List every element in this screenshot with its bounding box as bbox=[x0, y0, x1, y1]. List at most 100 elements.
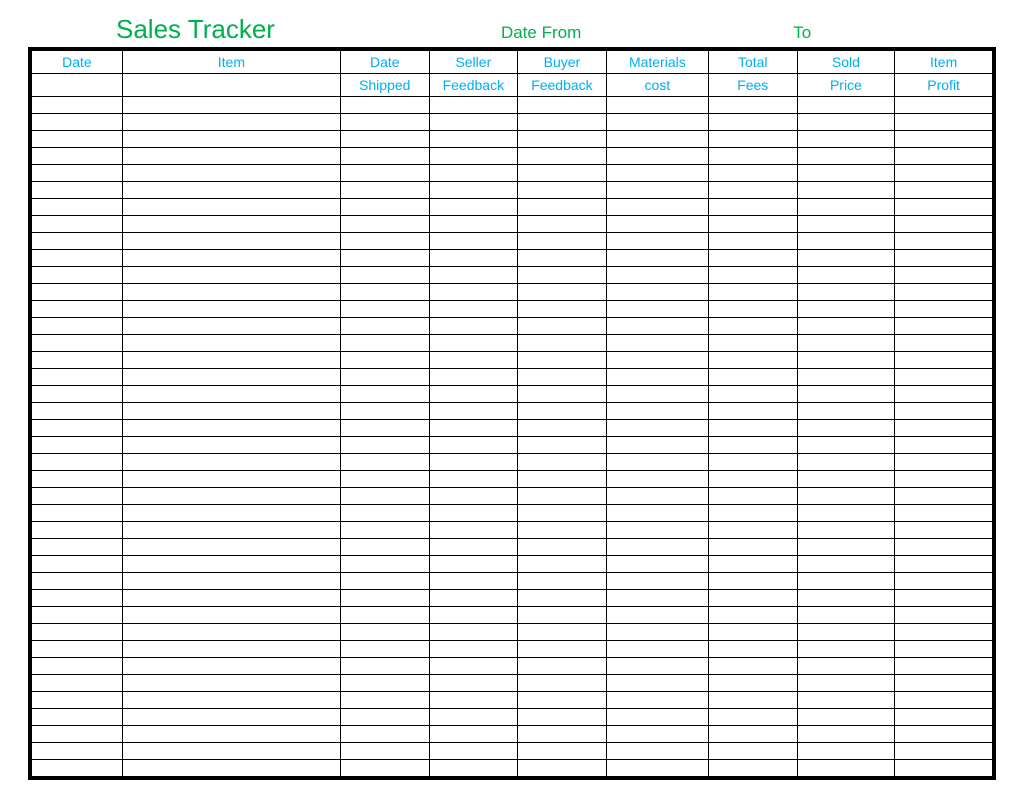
table-cell[interactable] bbox=[895, 386, 993, 403]
table-cell[interactable] bbox=[797, 182, 895, 199]
table-cell[interactable] bbox=[32, 148, 123, 165]
table-cell[interactable] bbox=[122, 590, 340, 607]
table-cell[interactable] bbox=[797, 556, 895, 573]
table-cell[interactable] bbox=[340, 522, 429, 539]
table-cell[interactable] bbox=[797, 607, 895, 624]
table-cell[interactable] bbox=[429, 318, 518, 335]
table-cell[interactable] bbox=[606, 131, 708, 148]
table-cell[interactable] bbox=[32, 216, 123, 233]
table-cell[interactable] bbox=[708, 692, 797, 709]
table-cell[interactable] bbox=[797, 131, 895, 148]
table-cell[interactable] bbox=[895, 131, 993, 148]
table-cell[interactable] bbox=[122, 114, 340, 131]
table-cell[interactable] bbox=[708, 624, 797, 641]
table-cell[interactable] bbox=[797, 471, 895, 488]
table-cell[interactable] bbox=[32, 556, 123, 573]
table-cell[interactable] bbox=[708, 233, 797, 250]
table-cell[interactable] bbox=[518, 607, 607, 624]
table-cell[interactable] bbox=[429, 522, 518, 539]
table-cell[interactable] bbox=[518, 182, 607, 199]
table-cell[interactable] bbox=[895, 607, 993, 624]
table-cell[interactable] bbox=[518, 420, 607, 437]
table-cell[interactable] bbox=[122, 97, 340, 114]
table-cell[interactable] bbox=[606, 454, 708, 471]
table-cell[interactable] bbox=[797, 658, 895, 675]
table-cell[interactable] bbox=[32, 403, 123, 420]
table-cell[interactable] bbox=[797, 573, 895, 590]
table-cell[interactable] bbox=[606, 488, 708, 505]
table-cell[interactable] bbox=[606, 726, 708, 743]
table-cell[interactable] bbox=[797, 335, 895, 352]
table-cell[interactable] bbox=[122, 488, 340, 505]
table-cell[interactable] bbox=[122, 386, 340, 403]
table-cell[interactable] bbox=[122, 369, 340, 386]
table-cell[interactable] bbox=[797, 318, 895, 335]
table-cell[interactable] bbox=[708, 216, 797, 233]
table-cell[interactable] bbox=[895, 403, 993, 420]
table-cell[interactable] bbox=[708, 301, 797, 318]
table-cell[interactable] bbox=[895, 471, 993, 488]
table-cell[interactable] bbox=[340, 131, 429, 148]
table-cell[interactable] bbox=[606, 148, 708, 165]
table-cell[interactable] bbox=[708, 573, 797, 590]
table-cell[interactable] bbox=[797, 590, 895, 607]
table-cell[interactable] bbox=[429, 539, 518, 556]
table-cell[interactable] bbox=[797, 369, 895, 386]
table-cell[interactable] bbox=[429, 590, 518, 607]
table-cell[interactable] bbox=[606, 165, 708, 182]
table-cell[interactable] bbox=[708, 743, 797, 760]
table-cell[interactable] bbox=[340, 165, 429, 182]
table-cell[interactable] bbox=[895, 114, 993, 131]
table-cell[interactable] bbox=[797, 641, 895, 658]
table-cell[interactable] bbox=[32, 182, 123, 199]
table-cell[interactable] bbox=[708, 97, 797, 114]
table-cell[interactable] bbox=[122, 522, 340, 539]
table-cell[interactable] bbox=[895, 216, 993, 233]
table-cell[interactable] bbox=[797, 505, 895, 522]
table-cell[interactable] bbox=[895, 267, 993, 284]
table-cell[interactable] bbox=[429, 369, 518, 386]
table-cell[interactable] bbox=[606, 539, 708, 556]
table-cell[interactable] bbox=[606, 420, 708, 437]
table-cell[interactable] bbox=[429, 675, 518, 692]
table-cell[interactable] bbox=[32, 199, 123, 216]
table-cell[interactable] bbox=[708, 403, 797, 420]
table-cell[interactable] bbox=[32, 607, 123, 624]
table-cell[interactable] bbox=[895, 675, 993, 692]
table-cell[interactable] bbox=[518, 114, 607, 131]
table-cell[interactable] bbox=[340, 505, 429, 522]
table-cell[interactable] bbox=[340, 743, 429, 760]
table-cell[interactable] bbox=[606, 675, 708, 692]
table-cell[interactable] bbox=[429, 335, 518, 352]
table-cell[interactable] bbox=[708, 454, 797, 471]
table-cell[interactable] bbox=[122, 318, 340, 335]
table-cell[interactable] bbox=[32, 692, 123, 709]
table-cell[interactable] bbox=[429, 556, 518, 573]
table-cell[interactable] bbox=[518, 216, 607, 233]
table-cell[interactable] bbox=[32, 743, 123, 760]
table-cell[interactable] bbox=[895, 420, 993, 437]
table-cell[interactable] bbox=[32, 250, 123, 267]
table-cell[interactable] bbox=[518, 488, 607, 505]
table-cell[interactable] bbox=[606, 114, 708, 131]
table-cell[interactable] bbox=[797, 420, 895, 437]
table-cell[interactable] bbox=[606, 743, 708, 760]
table-cell[interactable] bbox=[895, 590, 993, 607]
table-cell[interactable] bbox=[606, 522, 708, 539]
table-cell[interactable] bbox=[122, 165, 340, 182]
table-cell[interactable] bbox=[606, 250, 708, 267]
table-cell[interactable] bbox=[708, 318, 797, 335]
table-cell[interactable] bbox=[122, 607, 340, 624]
table-cell[interactable] bbox=[340, 624, 429, 641]
table-cell[interactable] bbox=[340, 386, 429, 403]
table-cell[interactable] bbox=[518, 233, 607, 250]
table-cell[interactable] bbox=[32, 573, 123, 590]
table-cell[interactable] bbox=[122, 233, 340, 250]
table-cell[interactable] bbox=[340, 692, 429, 709]
table-cell[interactable] bbox=[340, 97, 429, 114]
table-cell[interactable] bbox=[32, 539, 123, 556]
table-cell[interactable] bbox=[340, 335, 429, 352]
table-cell[interactable] bbox=[340, 556, 429, 573]
table-cell[interactable] bbox=[606, 760, 708, 777]
table-cell[interactable] bbox=[122, 437, 340, 454]
